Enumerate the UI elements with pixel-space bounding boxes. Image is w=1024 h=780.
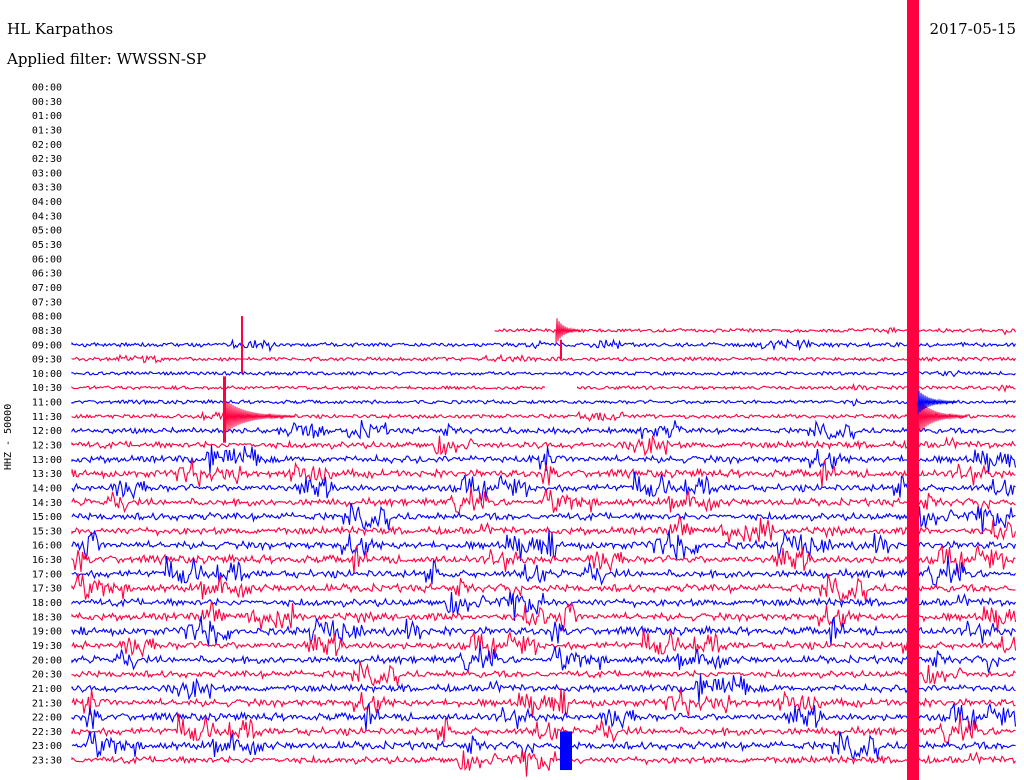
- time-tick-label: 14:00: [32, 483, 62, 494]
- time-tick-labels: 00:00 00:30 01:00 01:30 02:00 02:30 03:00 03:30…: [32, 83, 62, 767]
- time-tick-label: 00:30: [32, 97, 62, 108]
- time-tick-label: 23:30: [32, 756, 62, 767]
- trace-row: [71, 382, 1016, 393]
- time-tick-label: 02:00: [32, 140, 62, 151]
- time-tick-label: 04:30: [32, 211, 62, 222]
- time-tick-label: 05:30: [32, 240, 62, 251]
- trace-row: [71, 486, 1016, 516]
- time-tick-label: 15:30: [32, 526, 62, 537]
- time-tick-label: 21:30: [32, 698, 62, 709]
- time-tick-label: 15:00: [32, 512, 62, 523]
- local-event-spike: [560, 339, 562, 360]
- time-tick-label: 01:30: [32, 125, 62, 136]
- time-tick-label: 06:30: [32, 269, 62, 280]
- time-tick-label: 20:30: [32, 670, 62, 681]
- trace-row: [71, 369, 1016, 378]
- data-gap: [545, 381, 577, 394]
- time-tick-label: 18:30: [32, 612, 62, 623]
- time-tick-label: 05:00: [32, 226, 62, 237]
- time-tick-label: 03:00: [32, 168, 62, 179]
- time-tick-label: 23:00: [32, 741, 62, 752]
- trace-row: [71, 544, 1016, 575]
- trace-row: [71, 445, 1017, 474]
- regional-event-spike: [241, 316, 243, 374]
- time-tick-label: 01:00: [32, 111, 62, 122]
- time-tick-label: 09:00: [32, 340, 62, 351]
- late-event-burst: [560, 731, 572, 771]
- time-tick-label: 07:30: [32, 297, 62, 308]
- time-tick-label: 19:00: [32, 627, 62, 638]
- seismic-traces: [71, 326, 1017, 777]
- time-tick-label: 19:30: [32, 641, 62, 652]
- trace-row: [71, 661, 1016, 687]
- time-tick-label: 10:00: [32, 369, 62, 380]
- helicorder-plot: 00:00 00:30 01:00 01:30 02:00 02:30 03:00 03:30…: [32, 0, 1017, 780]
- trace-row: [71, 687, 1016, 718]
- time-tick-label: 18:00: [32, 598, 62, 609]
- large-earthquake-spike: [907, 0, 919, 780]
- trace-row: [71, 529, 1017, 562]
- trace-row: [71, 338, 1016, 353]
- time-tick-label: 13:30: [32, 469, 62, 480]
- time-tick-label: 22:00: [32, 713, 62, 724]
- time-tick-label: 06:00: [32, 254, 62, 265]
- time-tick-label: 20:00: [32, 655, 62, 666]
- time-tick-label: 00:00: [32, 83, 62, 94]
- time-tick-label: 11:30: [32, 412, 62, 423]
- trace-row: [71, 644, 1016, 673]
- time-tick-label: 03:30: [32, 183, 62, 194]
- time-tick-label: 04:00: [32, 197, 62, 208]
- trace-row: [71, 353, 1016, 364]
- regional-event-spike: [223, 376, 226, 443]
- trace-row: [71, 750, 1016, 777]
- trace-row: [71, 419, 1016, 440]
- time-tick-label: 21:00: [32, 684, 62, 695]
- time-tick-label: 22:30: [32, 727, 62, 738]
- local-event: [555, 318, 581, 345]
- time-tick-label: 16:00: [32, 541, 62, 552]
- trace-row: [71, 398, 1016, 407]
- time-tick-label: 12:00: [32, 426, 62, 437]
- time-tick-label: 10:30: [32, 383, 62, 394]
- time-tick-label: 11:00: [32, 398, 62, 409]
- time-tick-label: 09:30: [32, 355, 62, 366]
- time-tick-label: 07:00: [32, 283, 62, 294]
- trace-row: [71, 434, 1016, 457]
- trace-row: [71, 410, 1016, 422]
- time-tick-label: 13:00: [32, 455, 62, 466]
- time-tick-label: 12:30: [32, 441, 62, 452]
- time-tick-label: 08:30: [32, 326, 62, 337]
- time-tick-label: 17:00: [32, 569, 62, 580]
- time-tick-label: 08:00: [32, 312, 62, 323]
- regional-event-coda: [225, 401, 296, 433]
- time-tick-label: 16:30: [32, 555, 62, 566]
- time-tick-label: 02:30: [32, 154, 62, 165]
- time-tick-label: 17:30: [32, 584, 62, 595]
- time-tick-label: 14:30: [32, 498, 62, 509]
